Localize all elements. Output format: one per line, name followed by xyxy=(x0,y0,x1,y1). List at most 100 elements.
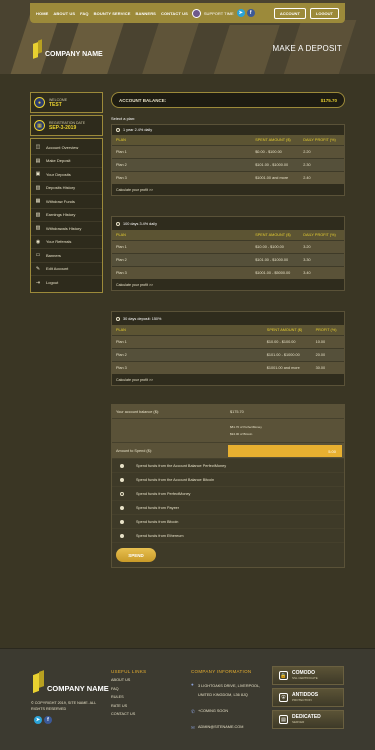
sidebar-item-edit-account[interactable]: ✎ Edit Account xyxy=(31,263,102,276)
nav-about[interactable]: ABOUT US xyxy=(53,11,75,16)
account-button[interactable]: ACCOUNT xyxy=(273,7,306,19)
payment-option[interactable]: Spend funds from Bitcoin xyxy=(112,515,344,529)
amount-input[interactable]: 5.00 xyxy=(228,445,342,457)
payment-option[interactable]: Spend funds from the Account Balance Bit… xyxy=(112,473,344,487)
sidebar-item-withdraw-funds[interactable]: ▦ Withdraw Funds xyxy=(31,195,102,209)
history-icon: ▥ xyxy=(35,184,41,191)
column-header: DAILY PROFIT (%) xyxy=(299,230,344,240)
nav-faq[interactable]: FAQ xyxy=(80,11,89,16)
plan-amount: $10.00 - $100.00 xyxy=(251,239,300,253)
user-icon: ● xyxy=(34,97,45,108)
footer-link-rate[interactable]: RATE US xyxy=(111,704,146,713)
plan-radio[interactable] xyxy=(116,221,120,226)
main-nav: HOME ABOUT US FAQ BOUNTY SERVICE BANNERS… xyxy=(36,11,188,16)
sidebar-item-deposits-history[interactable]: ▥ Deposits History xyxy=(31,182,102,195)
sidebar-item-your-deposits[interactable]: ▣ Your Deposits xyxy=(31,168,102,182)
company-information: COMPANY INFORMATION ● 3 LIGHTOAKS DRIVE,… xyxy=(191,669,269,730)
useful-links-title: USEFUL LINKS xyxy=(111,669,147,674)
table-row: Plan 1 $10.00 - $100.00 3.20 xyxy=(112,239,344,253)
phone-number: +COMING SOON xyxy=(198,709,229,713)
sidebar-item-banners[interactable]: ▭ Banners xyxy=(31,249,102,263)
plan-card: 100 days 3.4% daily PLAN SPENT AMOUNT ($… xyxy=(111,216,345,291)
sidebar-item-label: Account Overview xyxy=(46,144,79,150)
nav-bounty[interactable]: BOUNTY SERVICE xyxy=(94,11,131,16)
telegram-icon[interactable]: ➤ xyxy=(236,9,245,17)
sidebar-item-label: Withdraw Funds xyxy=(46,198,75,204)
table-row: Plan 2 $101.00 - $1000.00 3.30 xyxy=(112,252,344,266)
company-info-title: COMPANY INFORMATION xyxy=(191,669,252,674)
payment-option[interactable]: Spend funds from PerfectMoney xyxy=(112,487,344,501)
email-address[interactable]: ADMIN@SITENAME.COM xyxy=(198,725,243,729)
facebook-icon[interactable]: f xyxy=(246,9,255,17)
facebook-icon[interactable]: f xyxy=(44,716,52,724)
footer-link-faq[interactable]: FAQ xyxy=(111,687,146,696)
plan-amount: $101.00 - $1000.00 xyxy=(251,157,300,171)
plan-profit: 2.40 xyxy=(299,170,344,184)
sidebar-item-referrals[interactable]: ◉ Your Referrals xyxy=(31,236,102,249)
footer-logo[interactable]: COMPANY NAME xyxy=(33,670,109,694)
sidebar-item-make-deposit[interactable]: ▤ Make Deposit xyxy=(31,155,102,168)
payment-option[interactable]: Spend funds from Ethereum xyxy=(112,529,344,543)
nav-home[interactable]: HOME xyxy=(36,11,48,16)
spend-button[interactable]: SPEND xyxy=(116,548,156,562)
option-radio[interactable] xyxy=(120,463,124,468)
support-label: SUPPORT TIME xyxy=(203,10,234,16)
lock-icon: 🔒 xyxy=(279,671,288,680)
plan-card: 30 days deposit: 150% PLAN SPENT AMOUNT … xyxy=(111,311,345,386)
footer-company-name: COMPANY NAME xyxy=(47,684,109,693)
plan-profit: 30.00 xyxy=(311,360,344,374)
sidebar-item-earnings-history[interactable]: ▧ Earnings History xyxy=(31,209,102,222)
logout-button[interactable]: LOGOUT xyxy=(309,7,339,19)
option-label: Spend funds from the Account Balance Per… xyxy=(136,463,227,468)
plan-amount: $1001.00 and more xyxy=(262,360,312,374)
option-radio[interactable] xyxy=(120,519,124,524)
sidebar-item-label: Your Deposits xyxy=(46,171,71,177)
telegram-icon[interactable]: ➤ xyxy=(34,716,42,724)
sidebar-item-withdrawals-history[interactable]: ▨ Withdrawals History xyxy=(31,222,102,236)
footer-link-about[interactable]: ABOUT US xyxy=(111,678,146,687)
earnings-icon: ▧ xyxy=(35,211,41,218)
calculate-profit-link[interactable]: Calculate your profit >> xyxy=(112,184,344,195)
logo-mark-icon xyxy=(33,39,42,59)
sidebar-item-account-overview[interactable]: ◫ Account Overview xyxy=(31,141,102,155)
table-row: Plan 3 $1001.00 and more 30.00 xyxy=(112,360,344,374)
option-radio[interactable] xyxy=(120,505,124,510)
option-label: Spend funds from Ethereum xyxy=(136,533,184,538)
plan-title: 30 days deposit: 150% xyxy=(123,316,162,321)
footer-social: ➤ f xyxy=(31,716,52,724)
plan-header[interactable]: 30 days deposit: 150% xyxy=(112,312,344,325)
email-icon: ✉ xyxy=(191,725,195,730)
spend-breakdown: $81.70 of PerfectMoney $94.00 of Bitcoin xyxy=(226,419,344,442)
spend-balance-row: Your account balance ($): $175.70 xyxy=(112,405,344,419)
referrals-icon: ◉ xyxy=(35,238,41,245)
bitcoin-balance: $94.00 of Bitcoin xyxy=(230,432,253,436)
option-label: Spend funds from the Account Balance Bit… xyxy=(136,477,215,482)
plan-profit: 2.20 xyxy=(299,144,344,158)
table-row: Plan 2 $101.00 - $1000.00 20.00 xyxy=(112,347,344,361)
plan-profit: 20.00 xyxy=(311,347,344,361)
footer-link-contact[interactable]: CONTACT US xyxy=(111,712,146,721)
registration-label: REGISTRATION DATE xyxy=(49,120,86,125)
sidebar-item-logout[interactable]: ⇥ Logout xyxy=(31,276,102,290)
option-radio[interactable] xyxy=(120,491,124,496)
option-radio[interactable] xyxy=(120,533,124,538)
plan-name: Plan 2 xyxy=(112,252,252,266)
select-plan-label: Select a plan: xyxy=(111,116,136,121)
calculate-profit-link[interactable]: Calculate your profit >> xyxy=(112,279,344,290)
plan-amount: $1001.00 and more xyxy=(251,170,300,184)
plan-header[interactable]: 100 days 3.4% daily xyxy=(112,217,344,230)
plan-radio[interactable] xyxy=(116,316,120,321)
option-radio[interactable] xyxy=(120,477,124,482)
nav-banners[interactable]: BANNERS xyxy=(135,11,155,16)
nav-contact[interactable]: CONTACT US xyxy=(161,11,188,16)
plan-radio[interactable] xyxy=(116,128,120,132)
logo[interactable]: COMPANY NAME xyxy=(33,39,103,59)
plan-header[interactable]: 1 year 2.4% daily xyxy=(112,125,344,135)
payment-option[interactable]: Spend funds from Payeer xyxy=(112,501,344,515)
top-buttons: ACCOUNT LOGOUT xyxy=(273,7,339,19)
payment-option[interactable]: Spend funds from the Account Balance Per… xyxy=(112,459,344,473)
calculate-profit-link[interactable]: Calculate your profit >> xyxy=(112,374,344,385)
edit-icon: ✎ xyxy=(35,265,41,272)
plan-name: Plan 1 xyxy=(112,334,263,348)
footer-link-rules[interactable]: RULES xyxy=(111,695,146,704)
